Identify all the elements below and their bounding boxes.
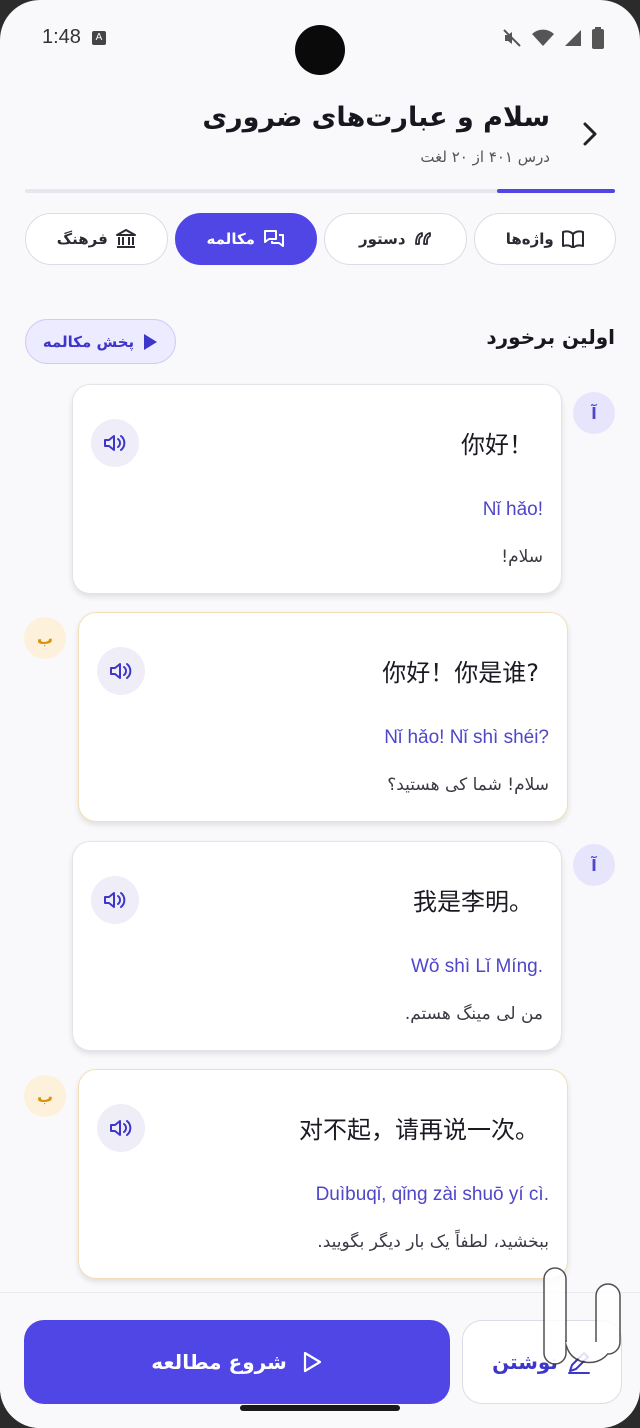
tab-label: مکالمه: [206, 230, 255, 248]
notification-icon: A: [92, 31, 106, 45]
status-time: 1:48: [42, 26, 81, 48]
tab-label: دستور: [358, 230, 406, 248]
section-title: اولین برخورد: [486, 325, 615, 349]
speaker-avatar: ب: [24, 1075, 66, 1117]
speaker-icon: [110, 1120, 132, 1136]
chinese-text: 对不起，请再说一次。: [299, 1116, 539, 1144]
translation-text: من لی مینگ هستم.: [404, 1004, 543, 1024]
phone-screen: 1:48 A سلام و عبارت‌های ضروری درس ۴۰۱ از…: [0, 0, 640, 1428]
chinese-text: 你好！: [461, 431, 533, 459]
pinyin-text: Nǐ hǎo! Nǐ shì shéi?: [384, 727, 549, 748]
chat-icon: [263, 230, 284, 247]
tab-culture[interactable]: فرهنگ: [25, 213, 168, 265]
wifi-icon: [532, 29, 554, 46]
tab-label: فرهنگ: [56, 230, 108, 248]
mute-icon: [503, 29, 521, 47]
speaker-icon: [104, 892, 126, 908]
status-icons: [502, 27, 604, 49]
speaker-button[interactable]: [91, 876, 139, 924]
chinese-text: 你好！你是谁?: [382, 659, 539, 687]
speaker-avatar: ب: [24, 617, 66, 659]
home-indicator[interactable]: [240, 1405, 400, 1411]
speaker-button[interactable]: [97, 1104, 145, 1152]
lesson-subtitle: درس ۴۰۱ از ۲۰ لغت: [420, 148, 550, 166]
chevron-right-icon: [583, 122, 597, 146]
pinyin-text: Duìbuqǐ, qǐng zài shuō yí cì.: [315, 1184, 549, 1205]
signal-icon: [565, 30, 581, 46]
dialogue-card: 我是李明。 Wǒ shì Lǐ Míng. من لی مینگ هستم.: [72, 841, 562, 1051]
lesson-header: سلام و عبارت‌های ضروری درس ۴۰۱ از ۲۰ لغت: [0, 96, 640, 176]
tab-vocabulary[interactable]: واژه‌ها: [473, 213, 616, 265]
store-watermark-logo: [543, 1267, 621, 1365]
speaker-button[interactable]: [91, 419, 139, 467]
tab-grammar[interactable]: دستور: [324, 213, 467, 265]
back-button[interactable]: [574, 118, 606, 150]
tab-label: واژه‌ها: [505, 230, 554, 248]
translation-text: سلام! شما کی هستید؟: [387, 775, 549, 795]
camera-cutout: [295, 25, 345, 75]
status-bar: 1:48 A: [0, 0, 640, 80]
tab-conversation[interactable]: مکالمه: [174, 213, 317, 265]
speaker-avatar: آ: [573, 844, 615, 886]
start-study-button[interactable]: شروع مطالعه: [24, 1320, 450, 1404]
speaker-button[interactable]: [97, 647, 145, 695]
play-outline-icon: [303, 1351, 321, 1373]
play-conversation-button[interactable]: پخش مکالمه: [25, 319, 176, 364]
quote-icon: [414, 232, 431, 245]
play-conversation-label: پخش مکالمه: [42, 332, 135, 351]
battery-icon: [592, 27, 604, 49]
book-icon: [561, 230, 584, 248]
lesson-progress: [25, 189, 615, 193]
speaker-avatar: آ: [573, 392, 615, 434]
dialogue-card: 你好！ Nǐ hǎo! سلام!: [72, 384, 562, 594]
page-title: سلام و عبارت‌های ضروری: [202, 102, 550, 133]
tab-bar: واژه‌ها دستور مکالمه فرهنگ: [25, 213, 616, 265]
pinyin-text: Nǐ hǎo!: [482, 499, 543, 520]
translation-text: ببخشید، لطفاً یک بار دیگر بگویید.: [317, 1232, 549, 1252]
museum-icon: [115, 229, 136, 248]
lesson-progress-fill: [497, 189, 615, 193]
speaker-icon: [104, 435, 126, 451]
translation-text: سلام!: [501, 547, 543, 567]
chinese-text: 我是李明。: [413, 888, 533, 916]
dialogue-card: 对不起，请再说一次。 Duìbuqǐ, qǐng zài shuō yí cì.…: [78, 1069, 568, 1279]
start-study-label: شروع مطالعه: [151, 1350, 287, 1374]
dialogue-card: 你好！你是谁? Nǐ hǎo! Nǐ shì shéi? سلام! شما ک…: [78, 612, 568, 822]
play-icon: [144, 333, 158, 350]
pinyin-text: Wǒ shì Lǐ Míng.: [411, 956, 543, 977]
speaker-icon: [110, 663, 132, 679]
